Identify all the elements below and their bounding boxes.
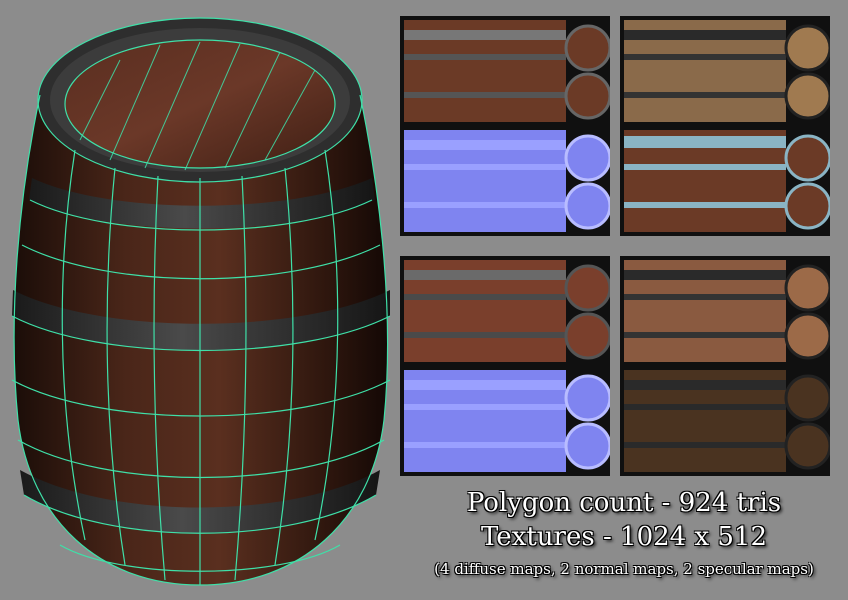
barrel-wireframe-render (11, 17, 391, 586)
texture-normal-clean (400, 126, 610, 236)
texture-diffuse-alt (620, 126, 830, 236)
texture-specular-weathered (620, 256, 830, 366)
polygon-count-caption: Polygon count - 924 tris (466, 488, 782, 518)
texture-diffuse-clean (400, 16, 610, 126)
texture-diffuse-weathered (400, 256, 610, 366)
textures-caption: Textures - 1024 x 512 (480, 522, 768, 552)
barrel-lid (65, 40, 335, 168)
texture-specular-clean (620, 16, 830, 126)
texture-normal-weathered (400, 366, 610, 476)
texture-diffuse-dark (620, 366, 830, 476)
maps-note-caption: (4 diffuse maps, 2 normal maps, 2 specul… (434, 560, 814, 578)
